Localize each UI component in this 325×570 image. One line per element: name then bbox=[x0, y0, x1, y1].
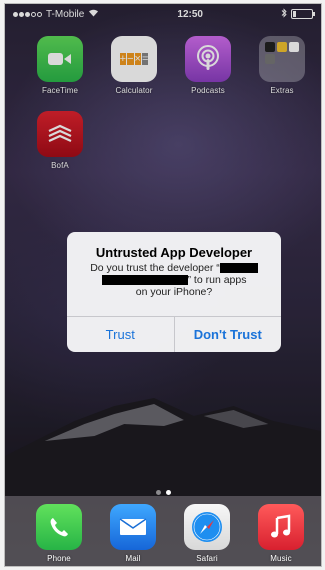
redacted-developer-name-cont bbox=[101, 275, 188, 286]
app-phone[interactable]: Phone bbox=[31, 504, 87, 563]
mail-icon bbox=[110, 504, 156, 550]
alert-message-part2: ” to run apps bbox=[187, 274, 247, 286]
app-mail[interactable]: Mail bbox=[105, 504, 161, 563]
untrusted-developer-alert: Untrusted App Developer Do you trust the… bbox=[67, 232, 281, 352]
phone-icon bbox=[36, 504, 82, 550]
alert-message-part1: Do you trust the developer “ bbox=[90, 262, 220, 274]
app-label: Phone bbox=[47, 554, 71, 563]
page-dot-active bbox=[165, 490, 171, 495]
app-music[interactable]: Music bbox=[253, 504, 309, 563]
dock: Phone Mail Safari Music bbox=[5, 496, 321, 566]
app-label: Mail bbox=[125, 554, 141, 563]
music-icon bbox=[258, 504, 304, 550]
alert-buttons: Trust Don't Trust bbox=[67, 316, 281, 352]
phone-screen: T-Mobile 12:50 FaceTime + − × = Calculat… bbox=[4, 3, 322, 567]
dont-trust-button[interactable]: Don't Trust bbox=[173, 317, 282, 352]
trust-button[interactable]: Trust bbox=[67, 317, 174, 352]
page-indicator[interactable] bbox=[5, 490, 321, 495]
page-dot bbox=[155, 490, 161, 495]
app-label: Music bbox=[270, 554, 292, 563]
app-label: Safari bbox=[196, 554, 218, 563]
alert-message: Do you trust the developer “ ” to run ap… bbox=[67, 262, 281, 298]
safari-icon bbox=[184, 504, 230, 550]
redacted-developer-name bbox=[219, 263, 258, 274]
alert-message-part3: on your iPhone? bbox=[135, 286, 213, 298]
alert-title: Untrusted App Developer bbox=[95, 245, 253, 260]
app-safari[interactable]: Safari bbox=[179, 504, 235, 563]
